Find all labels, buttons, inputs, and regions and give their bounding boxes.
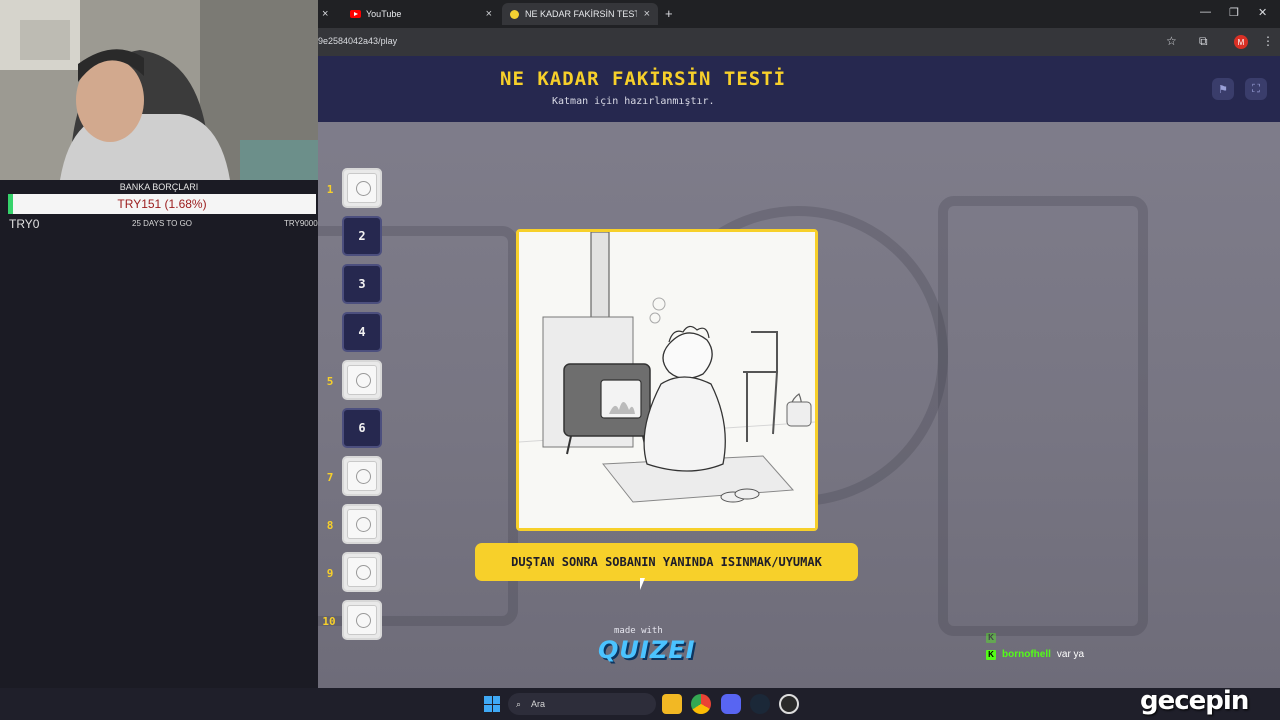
close-tab-icon[interactable]: × — [486, 8, 492, 20]
answer-button[interactable]: DUŞTAN SONRA SOBANIN YANINDA ISINMAK/UYU… — [475, 543, 858, 581]
question-thumb-1[interactable] — [342, 168, 382, 208]
question-number: 9 — [326, 567, 334, 580]
question-thumb-5[interactable] — [342, 360, 382, 400]
chat-username: bornofhell — [1002, 649, 1051, 660]
question-box-6[interactable]: 6 — [342, 408, 382, 448]
restore-icon[interactable]: ❐ — [1229, 6, 1239, 19]
widget-title: BANKA BORÇLARI — [119, 182, 199, 192]
tab-quiz[interactable]: NE KADAR FAKİRSİN TESTİ - Ti × — [502, 3, 658, 25]
question-number: 8 — [326, 519, 334, 532]
thumbnail-image — [347, 461, 377, 491]
profile-avatar[interactable]: M — [1234, 35, 1248, 49]
tab-title: NE KADAR FAKİRSİN TESTİ - Ti — [525, 9, 637, 19]
quiz-header: NE KADAR FAKİRSİN TESTİ Katman için hazı… — [318, 56, 1280, 122]
quizei-logo[interactable]: QUIZEI — [598, 636, 696, 664]
goal-progress-label: TRY151 (1.68%) — [117, 197, 207, 211]
quiz-favicon-icon — [510, 9, 519, 19]
windows-start-icon[interactable] — [484, 696, 500, 712]
kick-icon: K — [986, 650, 996, 660]
gecepin-watermark: gecepin — [1140, 686, 1249, 716]
close-tab-icon[interactable]: × — [644, 8, 650, 20]
search-icon: ⌕ — [516, 698, 522, 709]
page-title: NE KADAR FAKİRSİN TESTİ — [500, 68, 787, 90]
thumbnail-image — [347, 509, 377, 539]
taskbar-search[interactable]: ⌕ Ara — [508, 693, 656, 715]
new-tab-button[interactable]: + — [665, 6, 673, 21]
thumbnail-image — [347, 173, 377, 203]
question-number: 5 — [326, 375, 334, 388]
stove-illustration — [518, 231, 816, 528]
fullscreen-icon[interactable]: ⛶ — [1245, 78, 1267, 100]
discord-icon[interactable] — [721, 694, 741, 714]
youtube-icon — [350, 10, 361, 18]
question-number: 7 — [326, 471, 334, 484]
chat-message-faded: K — [986, 632, 1002, 643]
tab-title: YouTube — [366, 9, 402, 19]
extensions-icon[interactable]: ⧉ — [1199, 34, 1208, 49]
thumbnail-image — [347, 557, 377, 587]
question-thumb-8[interactable] — [342, 504, 382, 544]
flag-icon[interactable]: ⚑ — [1212, 78, 1234, 100]
thumbnail-image — [347, 365, 377, 395]
question-number: 1 — [326, 183, 334, 196]
file-explorer-icon[interactable] — [662, 694, 682, 714]
kick-icon: K — [986, 633, 996, 643]
close-tab-icon[interactable]: × — [322, 8, 328, 20]
question-thumb-7[interactable] — [342, 456, 382, 496]
minimize-icon[interactable]: — — [1200, 6, 1211, 18]
page-subtitle: Katman için hazırlanmıştır. — [552, 96, 715, 107]
question-thumb-9[interactable] — [342, 552, 382, 592]
question-box-2[interactable]: 2 — [342, 216, 382, 256]
question-box-4[interactable]: 4 — [342, 312, 382, 352]
question-box-3[interactable]: 3 — [342, 264, 382, 304]
quiz-page: NE KADAR FAKİRSİN TESTİ Katman için hazı… — [318, 56, 1280, 688]
menu-icon[interactable]: ⋮ — [1262, 34, 1274, 48]
streamer-webcam-image — [0, 0, 318, 180]
search-placeholder: Ara — [531, 699, 546, 709]
question-image — [516, 229, 818, 531]
close-window-icon[interactable]: ✕ — [1258, 6, 1267, 19]
mouse-cursor-icon — [640, 578, 650, 590]
app-icon[interactable] — [779, 694, 799, 714]
chrome-icon[interactable] — [691, 694, 711, 714]
star-icon[interactable]: ☆ — [1166, 34, 1177, 48]
url-text[interactable]: 9e2584042a43/play — [318, 36, 397, 46]
tab-youtube[interactable]: YouTube × — [342, 3, 500, 25]
made-with-label: made with — [614, 626, 663, 636]
thumbnail-image — [347, 605, 377, 635]
question-number: 10 — [322, 615, 336, 628]
webcam-overlay — [0, 0, 318, 180]
chat-message: Kbornofhell var ya — [986, 649, 1084, 660]
question-thumb-10[interactable] — [342, 600, 382, 640]
goal-min: TRY0 — [9, 217, 40, 231]
goal-max: TRY9000 — [284, 219, 318, 228]
goal-days: 25 DAYS TO GO — [132, 219, 193, 228]
steam-icon[interactable] — [750, 694, 770, 714]
chat-text: var ya — [1056, 649, 1085, 660]
